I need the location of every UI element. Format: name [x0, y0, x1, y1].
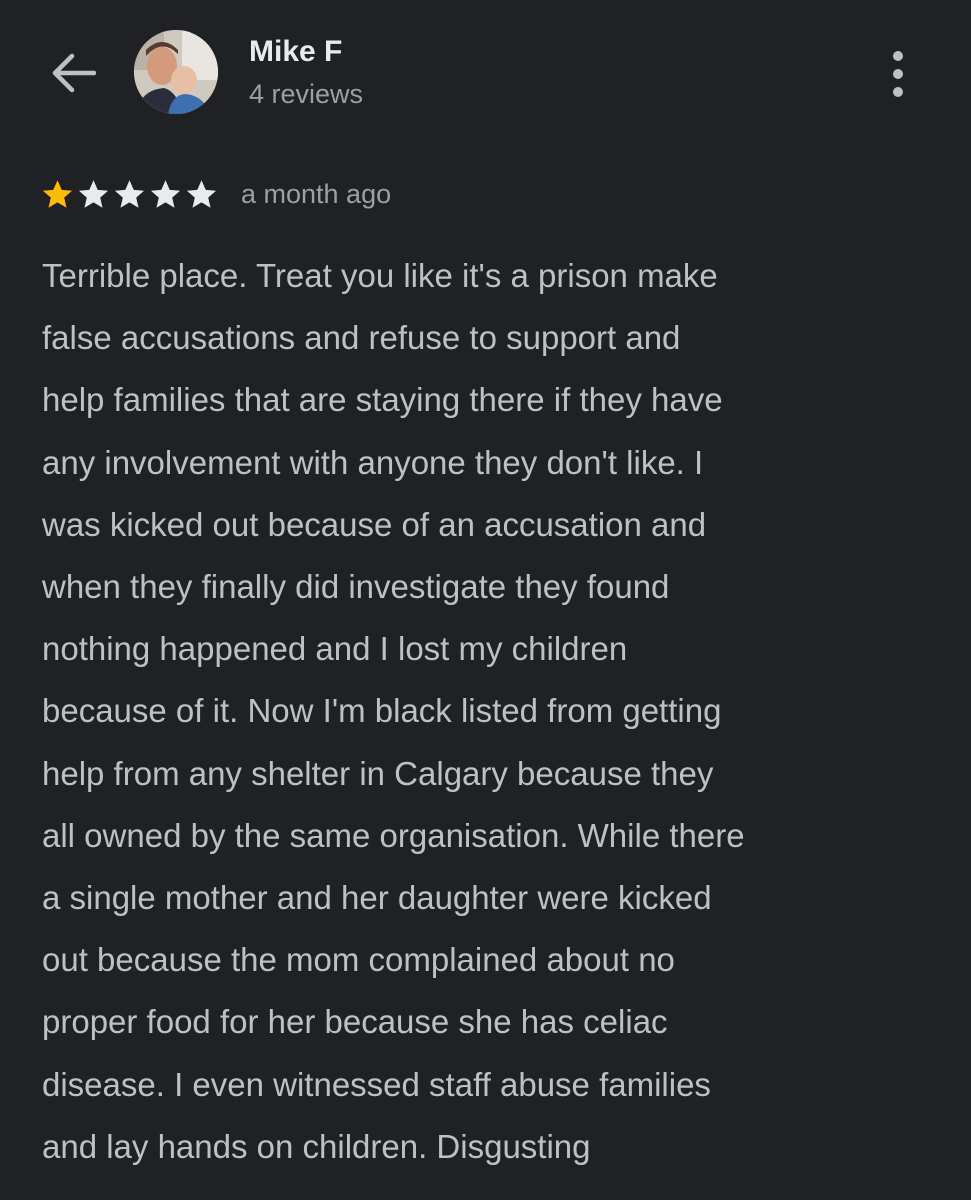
- avatar[interactable]: [134, 30, 218, 114]
- more-vert-icon-dot: [893, 87, 903, 97]
- user-avatar-image: [134, 30, 218, 114]
- star-rating: [40, 177, 219, 212]
- header: Mike F 4 reviews: [0, 0, 971, 150]
- star-empty-icon: [78, 179, 109, 208]
- review-date: a month ago: [241, 179, 392, 209]
- star-empty-icon: [114, 179, 145, 208]
- back-button[interactable]: [44, 44, 102, 102]
- more-vert-icon-dot: [893, 69, 903, 79]
- arrow-left-icon: [52, 53, 96, 93]
- reviewer-name[interactable]: Mike F: [249, 34, 342, 70]
- star-filled-icon: [42, 179, 73, 208]
- rating-row: a month ago: [40, 174, 391, 214]
- star-empty-icon: [186, 179, 217, 208]
- more-options-button[interactable]: [878, 46, 918, 102]
- star-empty-icon: [150, 179, 181, 208]
- reviewer-review-count[interactable]: 4 reviews: [249, 77, 363, 111]
- review-text: Terrible place. Treat you like it's a pr…: [42, 257, 745, 1165]
- more-vert-icon: [893, 51, 903, 61]
